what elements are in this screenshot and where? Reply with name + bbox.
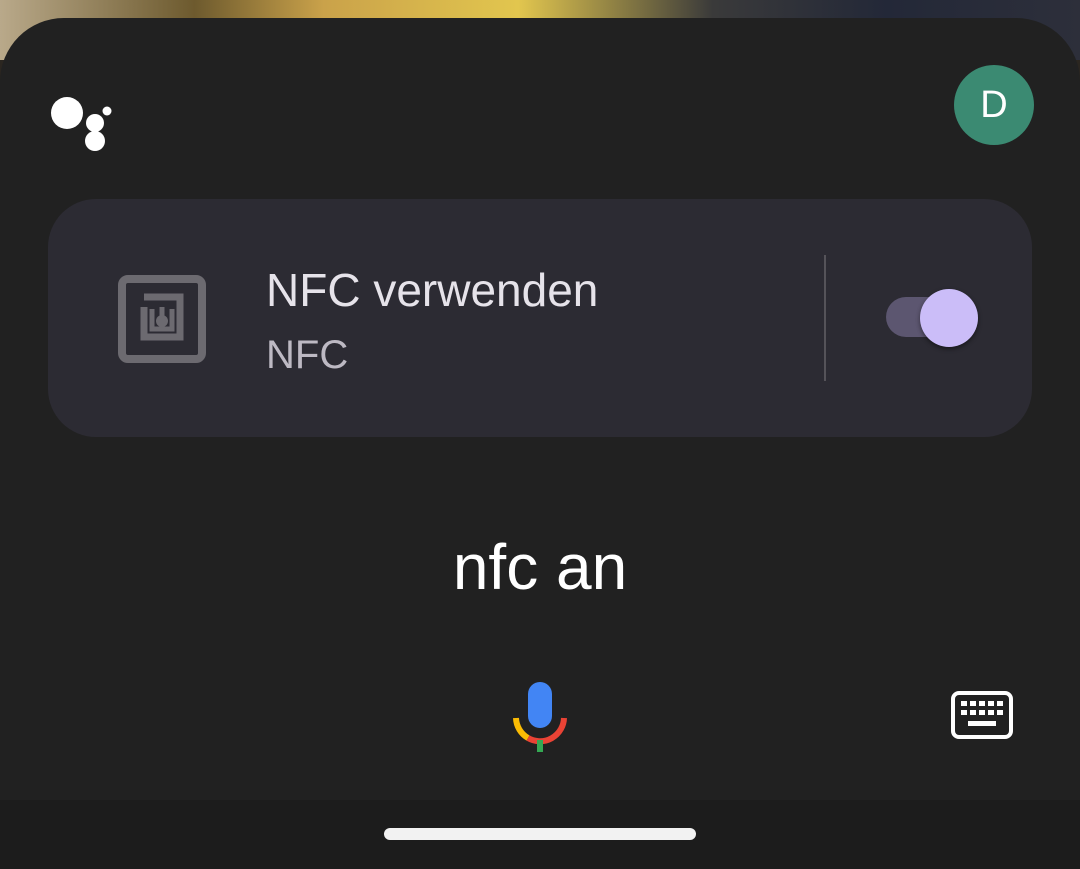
nfc-icon bbox=[118, 275, 206, 363]
account-avatar[interactable]: D bbox=[954, 65, 1034, 145]
toggle-thumb bbox=[920, 289, 978, 347]
google-assistant-dots-icon bbox=[51, 97, 112, 151]
voice-query-text: nfc an bbox=[452, 531, 628, 603]
keyboard-icon[interactable] bbox=[950, 690, 1014, 740]
google-mic-icon[interactable] bbox=[510, 678, 570, 756]
assistant-sheet: D NFC verwenden NFC nfc an bbox=[0, 18, 1080, 869]
card-title: NFC verwenden bbox=[266, 264, 599, 316]
avatar-initial: D bbox=[980, 84, 1008, 126]
home-gesture-handle[interactable] bbox=[384, 828, 696, 840]
nfc-toggle[interactable] bbox=[884, 289, 980, 347]
nfc-settings-card[interactable]: NFC verwenden NFC bbox=[48, 199, 1032, 437]
system-navigation-bar bbox=[0, 800, 1080, 869]
card-divider bbox=[824, 255, 826, 381]
card-subtitle: NFC bbox=[266, 333, 349, 377]
